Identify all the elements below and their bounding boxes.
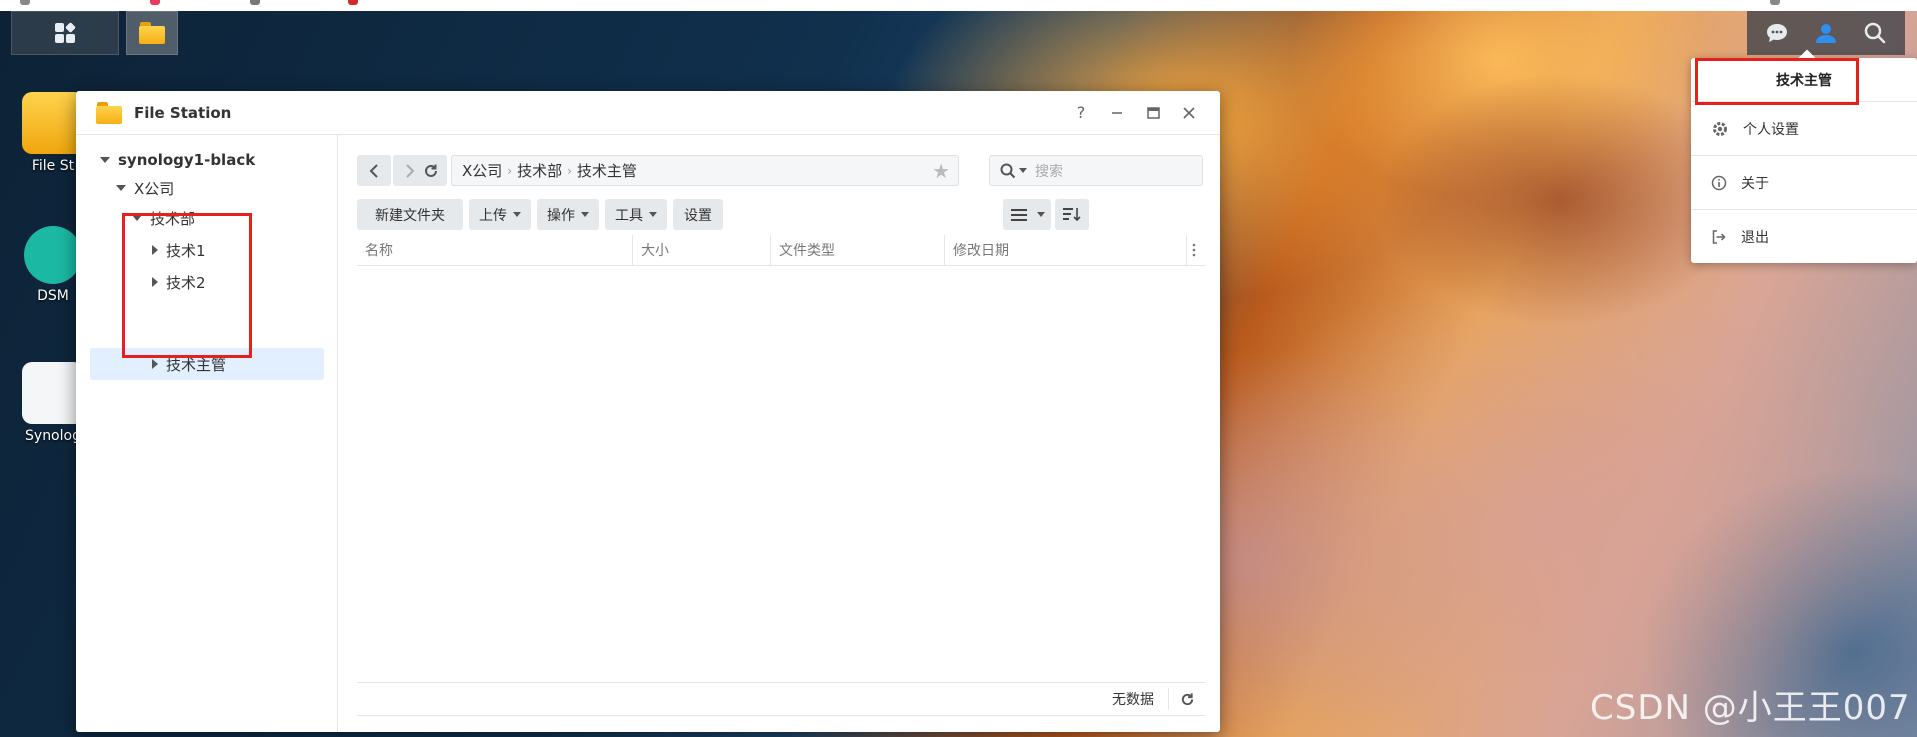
dropdown-caret-icon xyxy=(513,212,521,217)
dropdown-caret-icon xyxy=(1037,212,1045,217)
column-label: 文件类型 xyxy=(779,243,835,259)
window-titlebar[interactable]: File Station ? xyxy=(76,91,1220,135)
search-icon xyxy=(1864,22,1885,44)
back-button[interactable] xyxy=(357,155,391,186)
watermark: CSDN @小王王007 xyxy=(1590,688,1911,728)
apps-grid-icon xyxy=(55,22,76,43)
search-button[interactable] xyxy=(1858,16,1892,50)
notification-button[interactable] xyxy=(1760,16,1794,50)
chat-icon xyxy=(1767,24,1788,42)
info-icon xyxy=(1711,175,1727,190)
minimize-icon xyxy=(1112,111,1122,114)
button-label: 上传 xyxy=(479,207,507,224)
close-icon xyxy=(1183,106,1195,119)
column-label: 修改日期 xyxy=(953,243,1009,259)
button-label: 操作 xyxy=(547,207,575,224)
more-vertical-icon xyxy=(1192,243,1196,257)
favorite-star-icon[interactable]: ★ xyxy=(932,159,950,183)
search-icon xyxy=(1000,163,1016,178)
refresh-button[interactable] xyxy=(1169,692,1205,707)
path-breadcrumb[interactable]: X公司 › 技术部 › 技术主管 ★ xyxy=(451,155,959,186)
tools-button[interactable]: 工具 xyxy=(605,199,667,230)
app-icon xyxy=(22,362,84,424)
refresh-icon xyxy=(1181,692,1193,705)
status-bar: 无数据 xyxy=(357,682,1205,716)
column-size[interactable]: 大小 xyxy=(633,235,771,265)
button-label: 新建文件夹 xyxy=(375,207,445,224)
tree-item-label: X公司 xyxy=(134,179,175,198)
menu-item-about[interactable]: 关于 xyxy=(1691,156,1917,210)
settings-button[interactable]: 设置 xyxy=(673,199,723,230)
file-table-header: 名称 大小 文件类型 修改日期 xyxy=(357,235,1205,266)
tree-item-label: synology1-black xyxy=(118,151,256,169)
status-text: 无数据 xyxy=(1112,692,1154,708)
browser-top-strip xyxy=(0,0,1917,11)
search-placeholder: 搜索 xyxy=(1035,163,1063,180)
search-box[interactable]: 搜索 xyxy=(989,155,1203,186)
help-button[interactable]: ? xyxy=(1068,100,1094,126)
breadcrumb-item[interactable]: 技术主管 xyxy=(577,160,637,181)
maximize-button[interactable] xyxy=(1140,100,1166,126)
upload-button[interactable]: 上传 xyxy=(469,199,531,230)
breadcrumb-item[interactable]: 技术部 xyxy=(517,160,562,181)
menu-item-logout[interactable]: 退出 xyxy=(1691,210,1917,264)
view-mode-button[interactable] xyxy=(1003,199,1051,230)
sort-icon xyxy=(1063,207,1081,221)
menu-item-label: 个人设置 xyxy=(1743,121,1799,138)
window-title: File Station xyxy=(134,103,232,122)
expand-arrow-icon xyxy=(100,157,110,163)
chevron-left-icon xyxy=(369,163,378,178)
search-options-caret-icon[interactable] xyxy=(1019,168,1027,173)
dropdown-caret-icon xyxy=(649,212,657,217)
gear-icon xyxy=(1713,121,1727,136)
folder-icon xyxy=(96,101,122,124)
help-icon xyxy=(24,226,82,284)
action-button[interactable]: 操作 xyxy=(537,199,599,230)
file-station-window: File Station ? synology1-black X公司 技术部 技… xyxy=(76,91,1220,732)
file-list-panel: X公司 › 技术部 › 技术主管 ★ 搜索 新建文件夹 上传 操作 工具 设置 xyxy=(339,135,1220,732)
highlight-box-user xyxy=(1695,58,1859,105)
new-folder-button[interactable]: 新建文件夹 xyxy=(357,199,463,230)
breadcrumb-item[interactable]: X公司 xyxy=(462,160,502,181)
user-button[interactable] xyxy=(1809,16,1843,50)
main-menu-button[interactable] xyxy=(11,11,119,55)
help-icon: ? xyxy=(1076,103,1086,122)
taskbar-file-station[interactable] xyxy=(126,11,178,55)
column-label: 名称 xyxy=(365,243,393,259)
refresh-path-button[interactable] xyxy=(415,155,447,186)
minimize-button[interactable] xyxy=(1104,100,1130,126)
column-type[interactable]: 文件类型 xyxy=(771,235,945,265)
button-label: 工具 xyxy=(615,207,643,224)
tree-item-company[interactable]: X公司 xyxy=(116,173,174,203)
column-options-button[interactable] xyxy=(1187,235,1205,265)
tree-item-root[interactable]: synology1-black xyxy=(100,145,255,175)
logout-icon xyxy=(1712,230,1726,244)
list-view-icon xyxy=(1011,208,1027,221)
user-icon xyxy=(1815,24,1836,43)
maximize-icon xyxy=(1146,106,1160,119)
collapse-arrow-icon xyxy=(152,359,158,369)
column-modified[interactable]: 修改日期 xyxy=(945,235,1187,265)
sort-button[interactable] xyxy=(1055,199,1089,230)
breadcrumb-separator-icon: › xyxy=(507,163,513,178)
refresh-icon xyxy=(425,164,437,177)
folder-icon xyxy=(22,92,84,154)
menu-item-label: 关于 xyxy=(1741,175,1769,192)
menu-item-label: 退出 xyxy=(1741,230,1769,246)
chevron-right-icon xyxy=(406,163,415,178)
close-button[interactable] xyxy=(1176,100,1202,126)
button-label: 设置 xyxy=(684,207,712,224)
dropdown-caret-icon xyxy=(581,212,589,217)
highlight-box-tree xyxy=(122,213,252,358)
column-name[interactable]: 名称 xyxy=(357,235,633,265)
folder-icon xyxy=(139,22,165,44)
system-tray xyxy=(1747,11,1905,55)
column-label: 大小 xyxy=(641,243,669,259)
menu-item-personal-settings[interactable]: 个人设置 xyxy=(1691,102,1917,156)
expand-arrow-icon xyxy=(116,185,126,191)
breadcrumb-separator-icon: › xyxy=(567,163,572,178)
